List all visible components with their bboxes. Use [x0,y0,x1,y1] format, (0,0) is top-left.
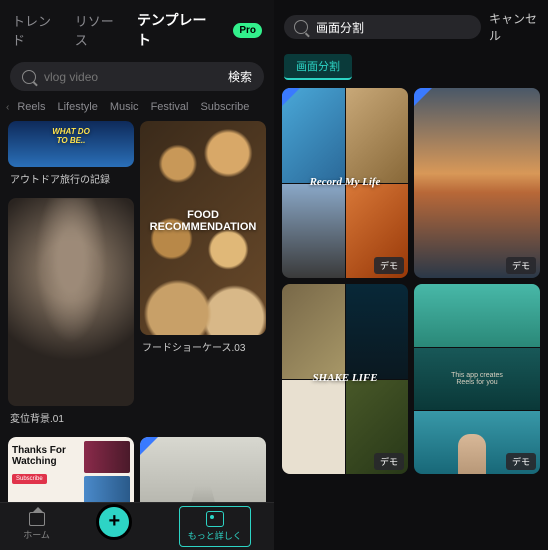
cat-lifestyle[interactable]: Lifestyle [53,101,101,113]
results-grid: Record My Life デモ デモ SHAKE LIFE デモ This … [274,88,548,474]
search-icon [294,20,308,34]
home-icon [29,512,45,526]
right-panel: キャンセル 画面分割 Record My Life デモ デモ [274,0,548,550]
template-icon [206,511,224,527]
nav-more-label: もっと詳しく [188,529,242,542]
result-sunset[interactable]: デモ [414,88,540,278]
demo-tag: デモ [506,257,536,274]
right-search-bar[interactable] [284,15,481,39]
category-row: ‹ Reels Lifestyle Music Festival Subscri… [0,97,274,121]
pro-corner-icon [414,88,432,106]
nav-add-button[interactable] [96,504,132,540]
cat-festival[interactable]: Festival [147,101,193,113]
template-grid: WHAT DO TO BE.. アウトドア旅行の記録 FOOD RECOMMEN… [0,121,274,550]
card-bg-label: 変位背景.01 [8,406,134,431]
search-button[interactable]: 検索 [228,68,252,85]
tab-template[interactable]: テンプレート [137,10,215,50]
active-filter-chip[interactable]: 画面分割 [284,54,352,80]
cat-subscribe[interactable]: Subscribe [196,101,253,113]
pro-corner-icon [282,88,300,106]
card-outdoor[interactable]: WHAT DO TO BE.. アウトドア旅行の記録 [8,121,134,192]
overlay-food: FOOD RECOMMENDATION [140,209,266,233]
card-food[interactable]: FOOD RECOMMENDATION フードショーケース.03 [140,121,266,431]
nav-home-label: ホーム [23,528,50,541]
pro-badge[interactable]: Pro [233,23,262,38]
demo-tag: デモ [374,257,404,274]
search-bar[interactable]: 検索 [10,62,264,91]
subscribe-chip: Subscribe [12,474,47,484]
card-bg[interactable]: 変位背景.01 [8,198,134,431]
pro-corner-icon [140,437,158,455]
right-top-bar: キャンセル [274,0,548,50]
tab-resource[interactable]: リソース [75,11,123,49]
search-icon [22,70,36,84]
overlay-shake: SHAKE LIFE [282,372,408,384]
cat-music[interactable]: Music [106,101,143,113]
overlay-record: Record My Life [282,176,408,188]
cat-reels[interactable]: Reels [13,101,49,113]
overlay-thanks: Thanks For Watching [12,445,76,467]
search-input[interactable] [44,70,228,84]
overlay-whatdo: WHAT DO TO BE.. [8,127,134,145]
result-shake-life[interactable]: SHAKE LIFE デモ [282,284,408,474]
chevron-left-icon[interactable]: ‹ [6,102,9,113]
demo-tag: デモ [374,453,404,470]
result-record-my-life[interactable]: Record My Life デモ [282,88,408,278]
tab-trend[interactable]: トレンド [12,11,61,49]
card-outdoor-label: アウトドア旅行の記録 [8,167,134,192]
demo-tag: デモ [506,453,536,470]
bottom-nav: ホーム もっと詳しく [0,502,274,550]
card-food-label: フードショーケース.03 [140,335,266,360]
nav-home[interactable]: ホーム [23,512,50,541]
cancel-button[interactable]: キャンセル [489,10,538,44]
left-panel: トレンド リソース テンプレート Pro 検索 ‹ Reels Lifestyl… [0,0,274,550]
nav-more[interactable]: もっと詳しく [179,506,251,547]
top-tabs: トレンド リソース テンプレート Pro [0,0,274,56]
result-ocean[interactable]: This app creates Reels for you デモ [414,284,540,474]
overlay-app: This app creates Reels for you [451,372,503,386]
right-search-input[interactable] [316,20,471,34]
